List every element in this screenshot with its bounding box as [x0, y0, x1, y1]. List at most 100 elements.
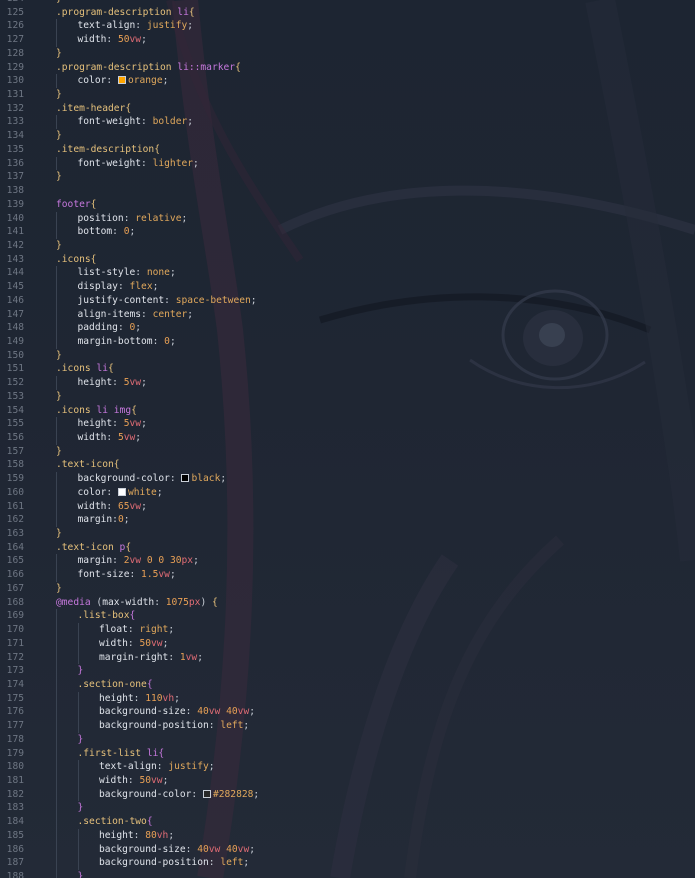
- code-line[interactable]: 151 .icons li{: [0, 362, 695, 376]
- code-token: .program-description: [56, 61, 178, 73]
- color-swatch-icon[interactable]: [202, 789, 211, 798]
- code-line[interactable]: 154 .icons li img{: [0, 404, 695, 418]
- code-line[interactable]: 125 .program-description li{: [0, 6, 695, 20]
- code-line[interactable]: 176 background-size: 40vw 40vw;: [0, 705, 695, 720]
- code-line[interactable]: 133 font-weight: bolder;: [0, 115, 695, 130]
- code-line[interactable]: 175 height: 110vh;: [0, 691, 695, 706]
- indent-guide: [56, 417, 57, 431]
- code-token: left: [220, 857, 244, 869]
- code-line[interactable]: 143 .icons{: [0, 253, 695, 267]
- code-token: orange: [127, 75, 163, 87]
- code-line[interactable]: 186 background-size: 40vw 40vw;: [0, 842, 695, 857]
- code-line[interactable]: 167}: [0, 582, 695, 596]
- code-line[interactable]: 129 .program-description li::marker{: [0, 61, 695, 75]
- code-token: 110: [145, 692, 163, 704]
- code-token: }: [56, 89, 62, 101]
- code-token: right: [139, 624, 169, 636]
- code-text: color: orange;: [78, 74, 169, 88]
- code-token: ;: [162, 774, 169, 786]
- indent-guide: [56, 856, 57, 870]
- code-line[interactable]: 187 background-position: left;: [0, 856, 695, 870]
- code-line[interactable]: 180 text-align: justify;: [0, 760, 695, 774]
- line-number: 153: [6, 390, 24, 402]
- code-line[interactable]: 173}: [0, 664, 695, 678]
- code-line[interactable]: 178}: [0, 732, 695, 747]
- code-line[interactable]: 172 margin-right: 1vw;: [0, 650, 695, 665]
- code-line[interactable]: 155 height: 5vw;: [0, 417, 695, 431]
- code-line[interactable]: 130 color: orange;: [0, 74, 695, 89]
- indent-guide: [77, 856, 79, 870]
- code-line[interactable]: 161 width: 65vw;: [0, 499, 695, 514]
- code-line[interactable]: 156 width: 5vw;: [0, 431, 695, 445]
- code-line[interactable]: 136 font-weight: lighter;: [0, 156, 695, 171]
- code-token: ): [200, 596, 212, 608]
- indent-guide: [56, 801, 57, 816]
- code-line[interactable]: 152 height: 5vw;: [0, 376, 695, 390]
- code-line[interactable]: 153}: [0, 390, 695, 404]
- indent-guide: [56, 431, 57, 445]
- indent-guide: [56, 307, 57, 322]
- code-line[interactable]: 135 .item-description{: [0, 143, 695, 157]
- code-line[interactable]: 157}: [0, 445, 695, 459]
- code-editor[interactable]: 124}125.program-description li{126text-a…: [0, 0, 695, 878]
- code-line[interactable]: 160 color: white;: [0, 485, 695, 500]
- line-number: 171: [6, 637, 24, 649]
- code-line[interactable]: 182 background-color: #282828;: [0, 787, 695, 802]
- color-swatch-icon[interactable]: [117, 487, 126, 496]
- code-line[interactable]: 169 .list-box{: [0, 609, 695, 624]
- code-line[interactable]: 144 list-style: none;: [0, 266, 695, 281]
- code-line[interactable]: 148 padding: 0;: [0, 321, 695, 335]
- code-line[interactable]: 150}: [0, 349, 695, 363]
- code-line[interactable]: 127 width: 50vw;: [0, 33, 695, 47]
- code-line[interactable]: 141 bottom: 0;: [0, 225, 695, 239]
- code-token: li img: [96, 404, 132, 416]
- code-line[interactable]: 171 width: 50vw;: [0, 636, 695, 651]
- code-line[interactable]: 146 justify-content: space-between;: [0, 293, 695, 308]
- code-line[interactable]: 188}: [0, 870, 695, 878]
- code-line[interactable]: 184 .section-two{: [0, 815, 695, 829]
- code-line[interactable]: 162 margin:0;: [0, 513, 695, 528]
- code-token: :: [152, 335, 165, 347]
- code-line[interactable]: 174 .section-one{: [0, 677, 695, 692]
- code-line[interactable]: 179 .first-list li{: [0, 746, 695, 761]
- code-line[interactable]: 137}: [0, 170, 695, 184]
- code-token: vw: [129, 377, 142, 389]
- code-line[interactable]: 142}: [0, 239, 695, 253]
- code-line[interactable]: 147 align-items: center;: [0, 307, 695, 322]
- code-line[interactable]: 177 background-position: left;: [0, 719, 695, 733]
- code-line[interactable]: 145 display: flex;: [0, 280, 695, 294]
- code-line[interactable]: 140 position: relative;: [0, 211, 695, 226]
- line-number: 137: [6, 171, 24, 183]
- code-line[interactable]: 132 .item-header{: [0, 102, 695, 116]
- line-number: 181: [6, 774, 24, 786]
- code-token: (: [90, 596, 103, 608]
- code-line[interactable]: 158 .text-icon{: [0, 458, 695, 472]
- code-line[interactable]: 163}: [0, 527, 695, 541]
- code-line[interactable]: 138: [0, 184, 695, 198]
- code-line[interactable]: 181 width: 50vw;: [0, 773, 695, 788]
- code-line[interactable]: 164 .text-icon p{: [0, 541, 695, 555]
- code-text: .section-one{: [78, 678, 153, 692]
- line-number: 136: [6, 157, 24, 169]
- code-text: }: [56, 582, 62, 596]
- code-line[interactable]: 159 background-color: black;: [0, 472, 695, 486]
- code-line[interactable]: 131}: [0, 88, 695, 102]
- code-token: height: [77, 418, 113, 430]
- code-line[interactable]: 165 margin: 2vw 0 0 30px;: [0, 554, 695, 569]
- code-line[interactable]: 128}: [0, 47, 695, 61]
- code-line[interactable]: 183}: [0, 801, 695, 816]
- code-lines: 124}125.program-description li{126text-a…: [0, 0, 695, 878]
- code-line[interactable]: 170 float: right;: [0, 623, 695, 637]
- color-swatch-icon[interactable]: [181, 474, 190, 483]
- code-token: height: [99, 829, 134, 841]
- code-line[interactable]: 149 margin-bottom: 0;: [0, 334, 695, 349]
- code-line[interactable]: 166 font-size: 1.5vw;: [0, 568, 695, 582]
- code-line[interactable]: 185 height: 80vh;: [0, 828, 695, 843]
- code-text: height: 80vh;: [99, 829, 174, 843]
- color-swatch-icon[interactable]: [117, 76, 126, 85]
- code-line[interactable]: 139 footer{: [0, 198, 695, 212]
- code-line[interactable]: 126 text-align: justify;: [0, 19, 695, 34]
- code-token: .list-box: [77, 610, 130, 622]
- code-line[interactable]: 168 @media (max-width: 1075px) {: [0, 596, 695, 610]
- code-line[interactable]: 134}: [0, 129, 695, 143]
